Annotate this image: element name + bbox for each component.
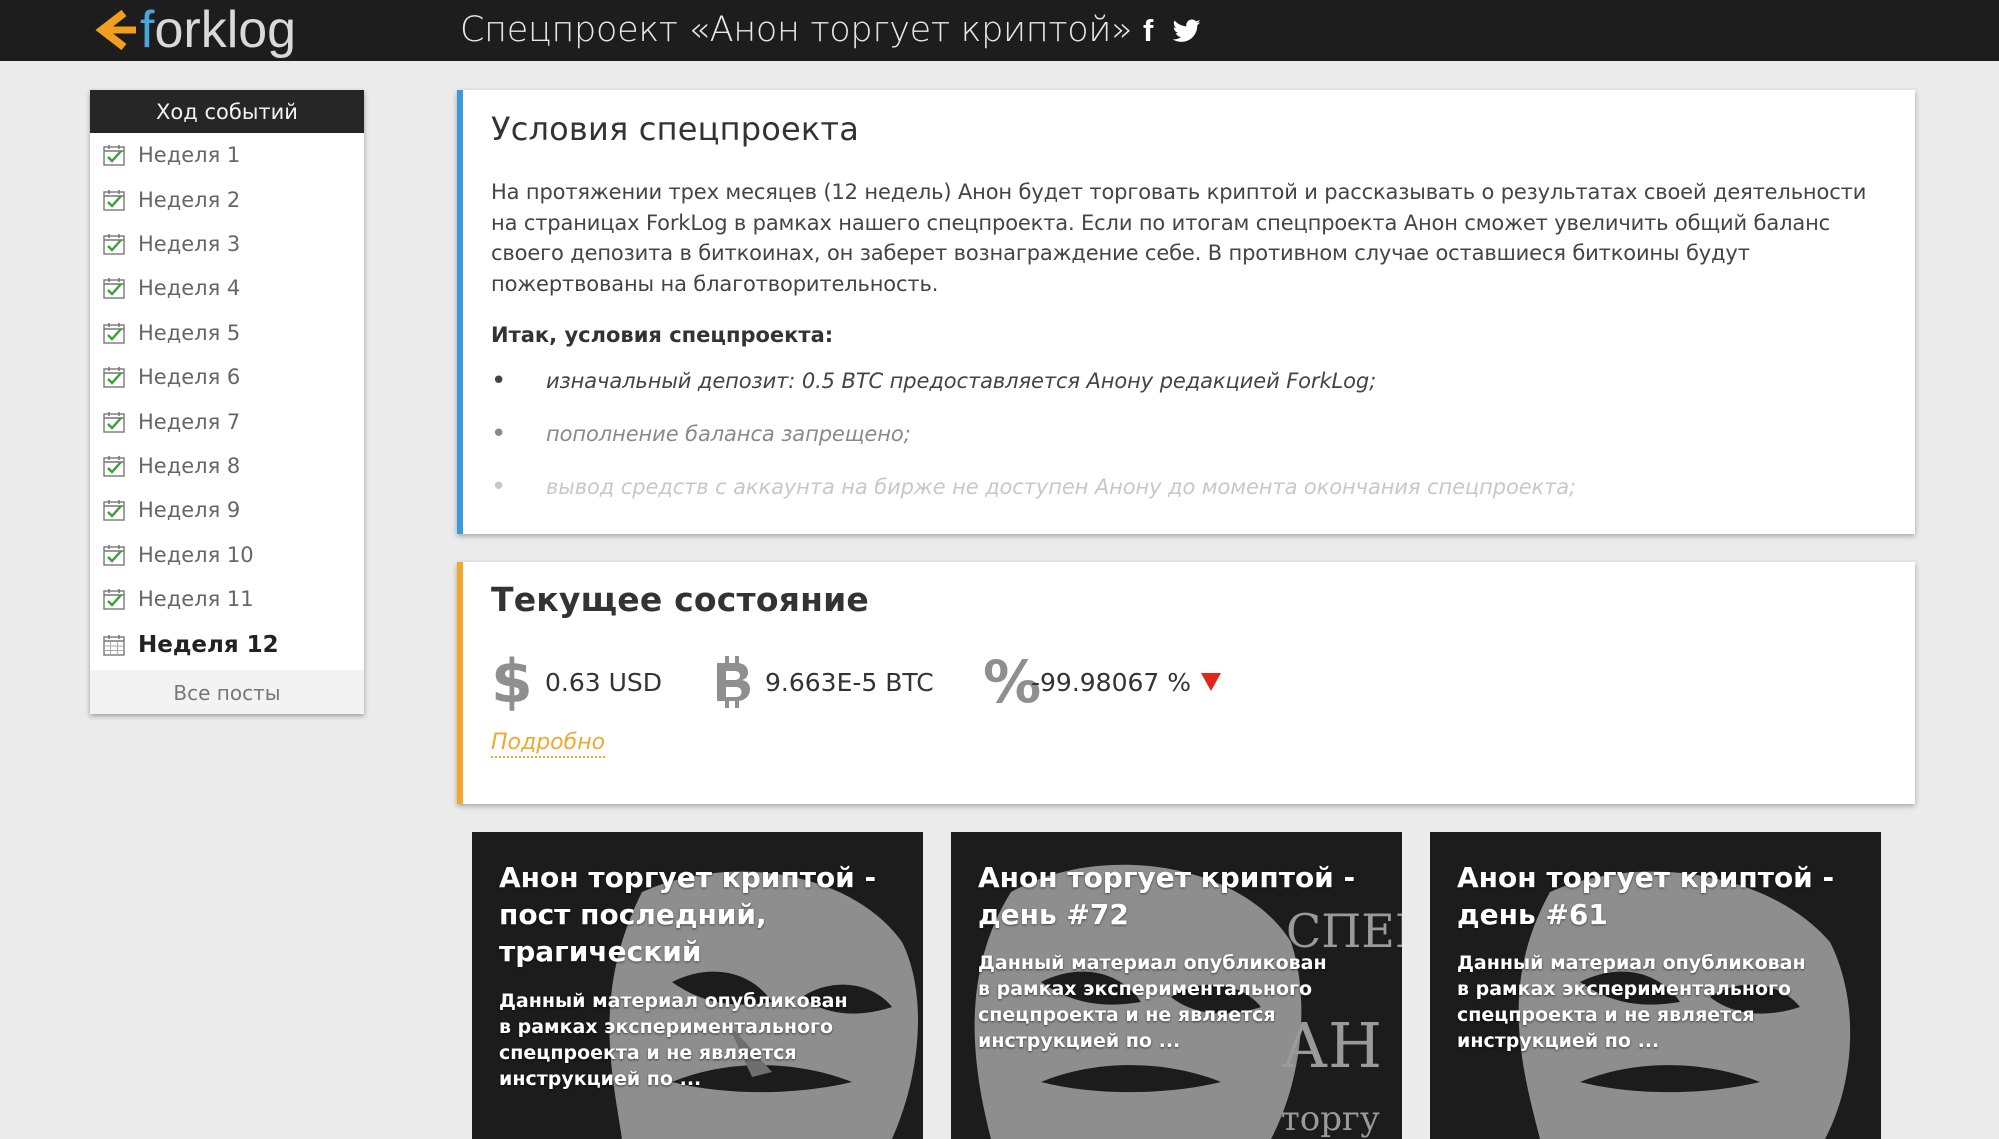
facebook-icon[interactable]: f [1143,13,1153,48]
conditions-card: Условия спецпроекта На протяжении трех м… [457,90,1915,534]
events-sidebar: Ход событий Неделя 1 Неделя 2 Неделя 3 Неде… [90,90,364,714]
conditions-intro: На протяжении трех месяцев (12 недель) А… [491,180,1867,296]
sidebar-item-label: Неделя 8 [138,453,241,478]
sidebar-item-week-8[interactable]: Неделя 8 [90,444,364,488]
post-title: Анон торгует криптой - пост последний, т… [499,861,877,968]
sidebar-item-label: Неделя 1 [138,143,241,168]
forklog-logo[interactable]: forklog [88,2,296,58]
current-status-card: Текущее состояние $ 0.63 USD 9.663E-5 BT… [457,562,1915,804]
usd-value: 0.63 USD [545,667,663,697]
status-title: Текущее состояние [491,580,870,619]
sidebar-item-week-10[interactable]: Неделя 10 [90,533,364,577]
percent-icon: % [983,648,1042,716]
logo-wordmark: forklog [140,1,297,59]
calendar-check-icon [103,277,125,300]
post-excerpt: Данный материал опубликован в рамках экс… [499,990,848,1090]
top-bar: forklog Спецпроект «Анон торгует криптой… [0,0,1999,61]
sidebar-item-label: Неделя 12 [138,632,279,659]
twitter-icon[interactable] [1173,15,1201,47]
post-card[interactable]: СПЕЦ АН торгу Анон торгует криптой - ден… [951,832,1402,1139]
sidebar-item-week-2[interactable]: Неделя 2 [90,177,364,221]
sidebar-item-week-12[interactable]: Неделя 12 [90,621,364,669]
sidebar-item-label: Неделя 6 [138,365,241,390]
art-text-torgu: торгу [1281,1099,1380,1139]
calendar-check-icon [103,189,125,211]
sidebar-item-week-4[interactable]: Неделя 4 [90,266,364,310]
sidebar-item-week-5[interactable]: Неделя 5 [90,311,364,355]
project-title: Спецпроект «Анон торгует криптой» [460,10,1133,50]
calendar-check-icon [103,366,125,388]
sidebar-item-week-7[interactable]: Неделя 7 [90,399,364,443]
sidebar-item-label: Неделя 5 [138,320,241,345]
dollar-icon: $ [491,647,533,717]
percent-change: % -99.98067 % [983,648,1222,716]
calendar-check-icon [103,544,125,566]
all-posts-link[interactable]: Все посты [90,670,364,714]
triangle-down-icon [1201,673,1222,691]
sidebar-item-label: Неделя 2 [138,187,241,212]
conditions-title: Условия спецпроекта [491,110,860,148]
calendar-check-icon [103,588,125,610]
usd-balance: $ 0.63 USD [491,647,663,717]
sidebar-item-label: Неделя 9 [138,498,241,523]
calendar-check-icon [103,233,125,255]
calendar-check-icon [103,144,125,166]
week-list: Неделя 1 Неделя 2 Неделя 3 Неделя 4 Неделя 5… [90,133,364,669]
sidebar-item-week-11[interactable]: Неделя 11 [90,577,364,621]
sidebar-item-week-9[interactable]: Неделя 9 [90,488,364,532]
post-title: Анон торгует криптой - день #72 [978,861,1356,931]
sidebar-item-label: Неделя 11 [138,587,254,612]
list-item: изначальный депозит: 0.5 BTC предоставля… [491,366,1576,419]
sidebar-item-label: Неделя 10 [138,542,254,567]
calendar-check-icon [103,322,125,344]
sidebar-item-label: Неделя 3 [138,231,241,256]
calendar-check-icon [103,455,125,477]
bitcoin-icon [717,656,750,708]
calendar-check-icon [103,411,125,433]
list-item: пополнение баланса запрещено; [491,419,1576,472]
post-card[interactable]: Анон торгует криптой - день #61 Данный м… [1430,832,1881,1139]
sidebar-item-week-6[interactable]: Неделя 6 [90,355,364,399]
btc-balance: 9.663E-5 BTC [711,652,934,712]
list-item: вывод средств с аккаунта на бирже не дос… [491,472,1576,525]
post-excerpt: Данный материал опубликован в рамках экс… [1457,952,1806,1052]
sidebar-heading: Ход событий [90,90,364,133]
conditions-list: изначальный депозит: 0.5 BTC предоставля… [491,366,1576,525]
sidebar-item-week-1[interactable]: Неделя 1 [90,133,364,177]
post-title: Анон торгует криптой - день #61 [1457,861,1835,931]
post-excerpt: Данный материал опубликован в рамках экс… [978,952,1327,1052]
btc-value: 9.663E-5 BTC [765,667,934,697]
sidebar-item-label: Неделя 7 [138,409,241,434]
percent-value: -99.98067 % [1031,667,1192,697]
calendar-check-icon [103,499,125,522]
conditions-list-heading: Итак, условия спецпроекта: [491,323,834,347]
sidebar-item-week-3[interactable]: Неделя 3 [90,222,364,266]
calendar-icon [103,634,125,656]
details-link[interactable]: Подробно [491,730,606,758]
forklog-chevron-icon [95,9,136,51]
post-card[interactable]: Анон торгует криптой - пост последний, т… [472,832,923,1139]
sidebar-item-label: Неделя 4 [138,276,241,301]
